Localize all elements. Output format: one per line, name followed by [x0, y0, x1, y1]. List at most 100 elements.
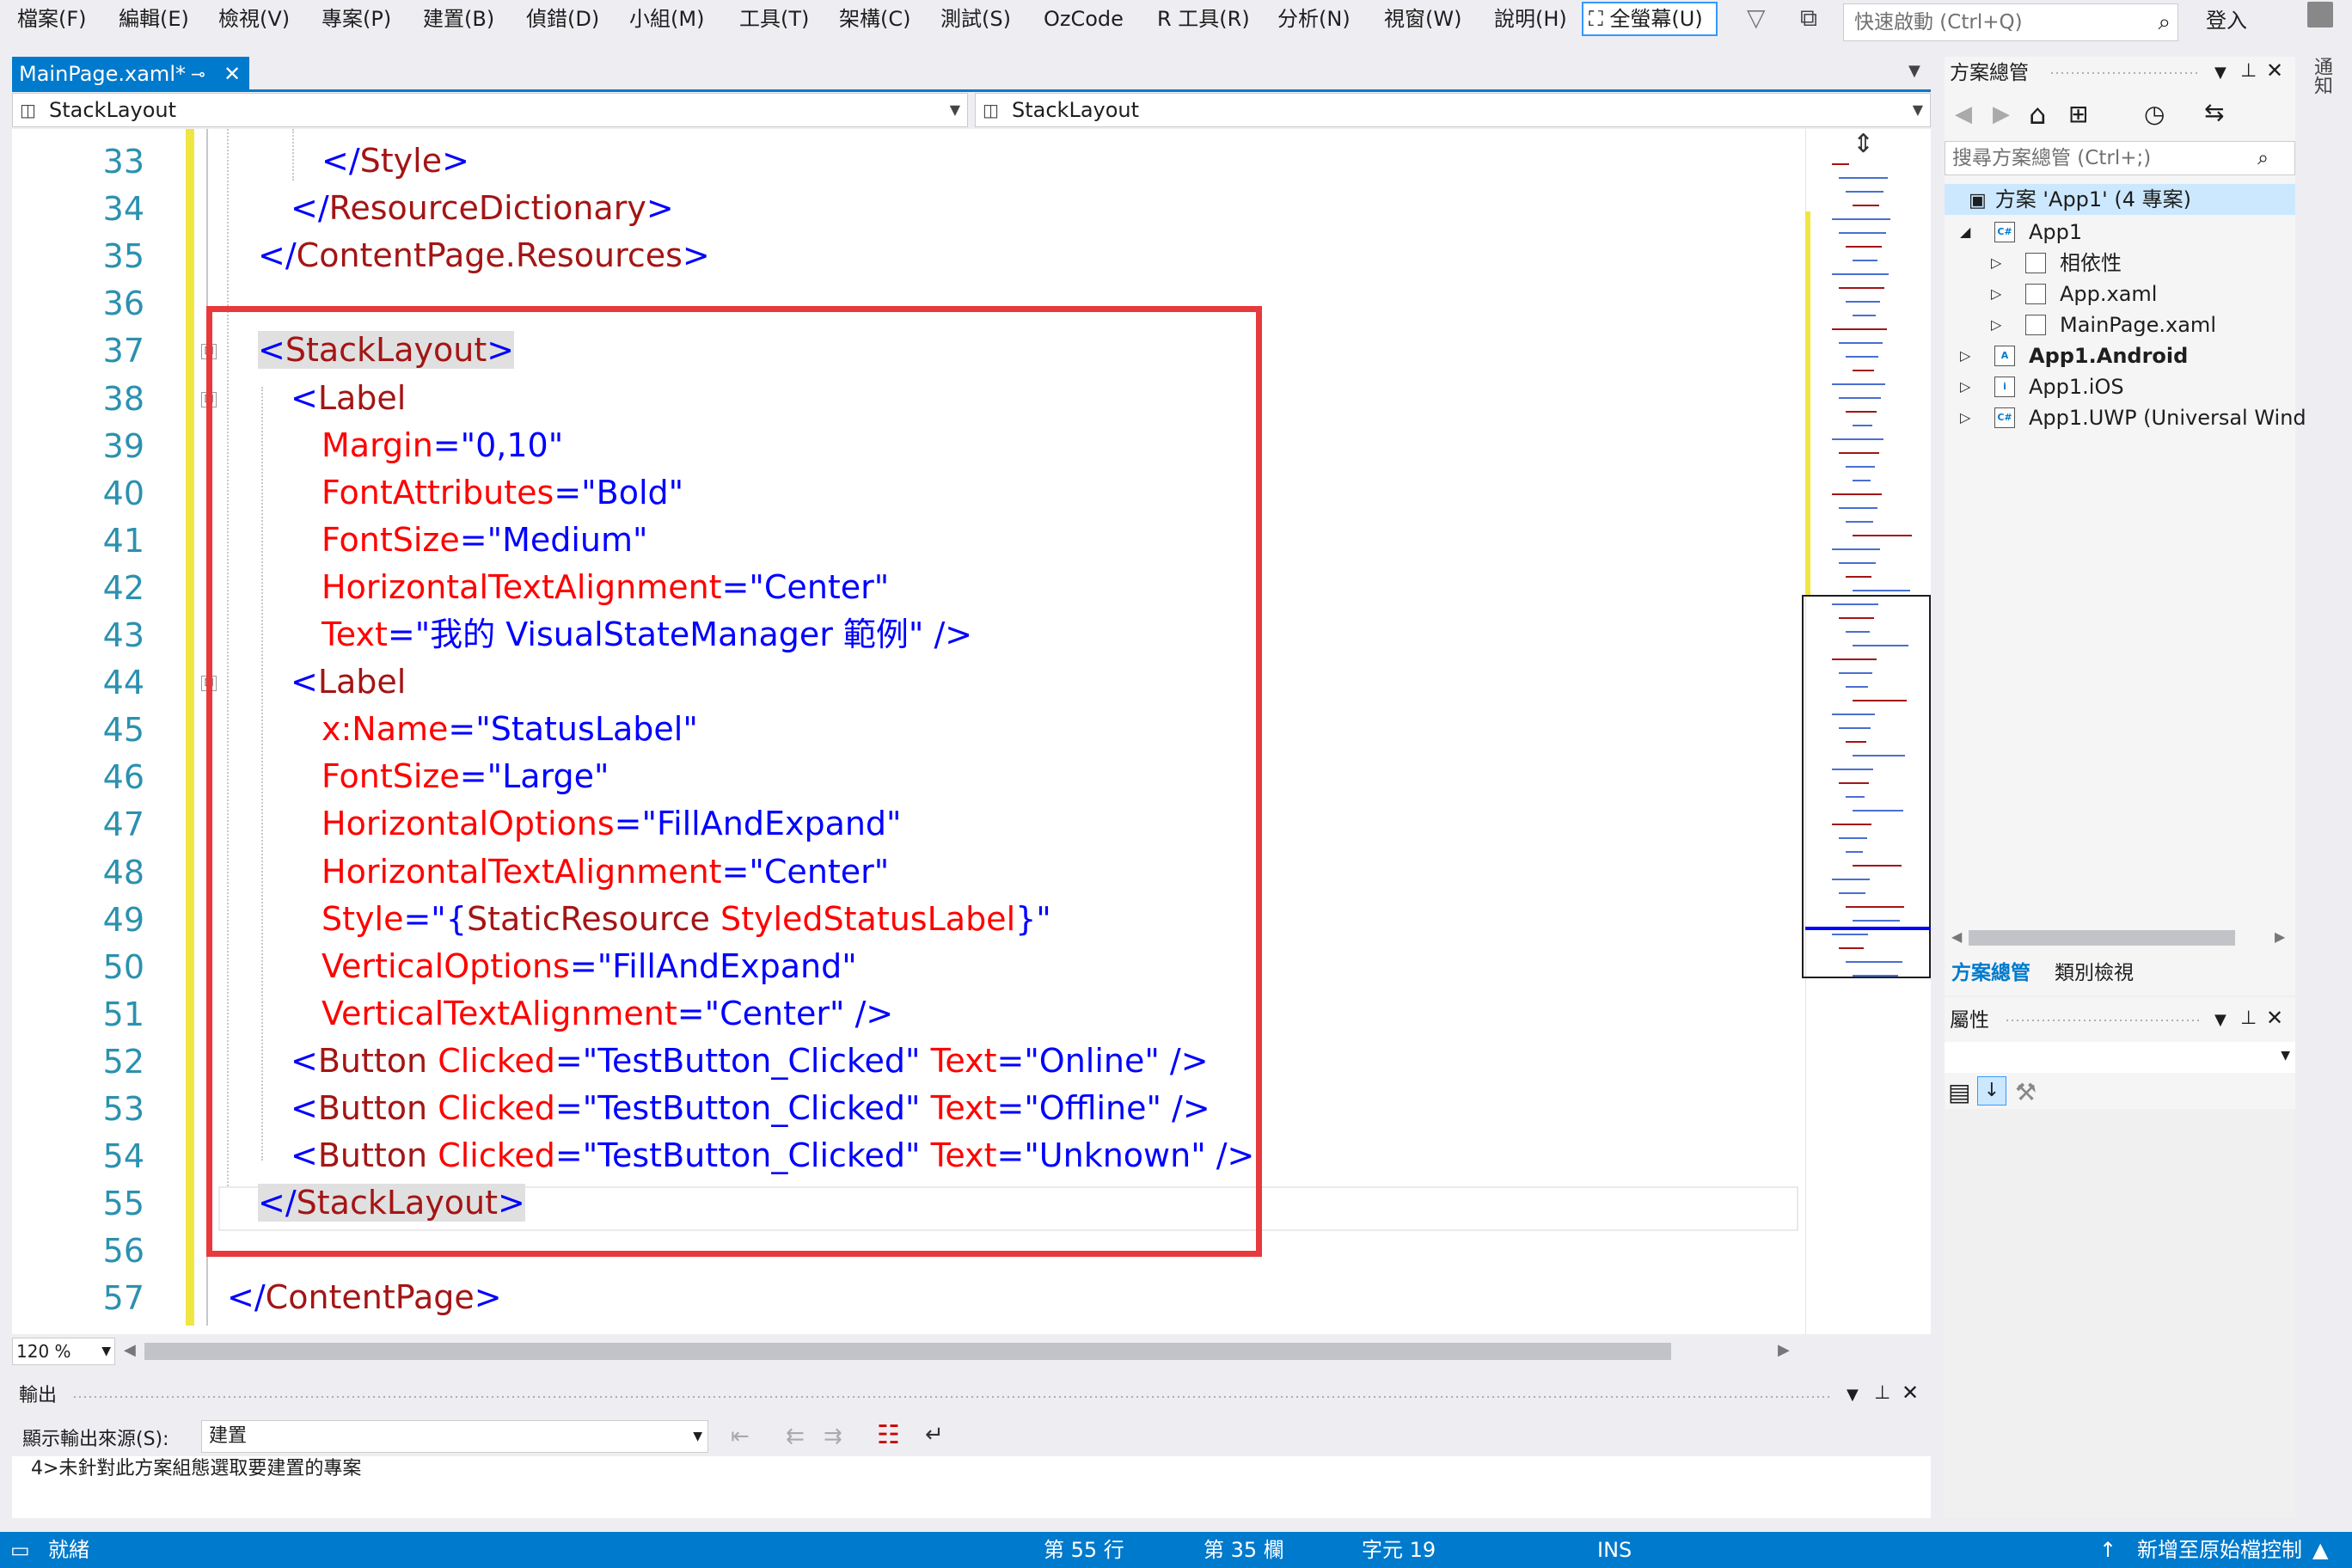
expand-arrow-icon[interactable]: ▷ — [1960, 378, 1970, 395]
forward-icon[interactable]: ▶ — [1993, 101, 2010, 127]
code-line[interactable]: </ContentPage> — [227, 1276, 502, 1319]
pin-icon[interactable]: ⊥ — [2240, 60, 2257, 82]
status-icon: ▭ — [10, 1538, 30, 1562]
tab-overflow-icon[interactable]: ▼ — [1908, 62, 1920, 80]
menu-item[interactable]: 測試(S) — [940, 0, 1011, 38]
tree-item[interactable]: App1 — [2029, 217, 2082, 248]
history-icon[interactable]: ◷ — [2144, 100, 2165, 128]
menu-item[interactable]: 偵錯(D) — [526, 0, 599, 38]
scroll-right-icon[interactable]: ▶ — [2275, 928, 2285, 945]
split-handle-icon[interactable]: ⇕ — [1853, 129, 1874, 159]
status-char: 字元 19 — [1362, 1538, 1436, 1562]
minimap-line — [1832, 273, 1889, 275]
horizontal-scrollbar[interactable] — [144, 1343, 1671, 1360]
output-source-label: 顯示輸出來源(S): — [22, 1429, 169, 1450]
zoom-dropdown[interactable]: 120 % ▼ — [12, 1338, 115, 1365]
code-line[interactable]: </Style> — [322, 139, 469, 182]
code-line[interactable]: </ResourceDictionary> — [291, 187, 674, 230]
tree-item[interactable]: 相依性 — [2060, 248, 2122, 279]
panel-menu-icon[interactable]: ▼ — [1847, 1386, 1859, 1404]
pin-icon[interactable]: ⊸ — [191, 57, 205, 91]
account-icon[interactable] — [2307, 2, 2333, 28]
line-number: 38 — [102, 379, 144, 418]
expand-arrow-icon[interactable]: ▷ — [1960, 409, 1970, 426]
sync-icon[interactable]: ⇆ — [2204, 98, 2224, 126]
home-icon[interactable]: ⌂ — [2029, 98, 2046, 131]
close-icon[interactable]: ✕ — [1902, 1381, 1919, 1405]
tree-item[interactable]: App.xaml — [2060, 279, 2157, 309]
tree-item[interactable]: App1.UWP (Universal Wind — [2029, 402, 2306, 433]
source-control-button[interactable]: 新增至原始檔控制 — [2137, 1532, 2302, 1568]
panel-menu-icon[interactable]: ▼ — [2214, 1011, 2226, 1029]
code-line[interactable]: </ContentPage.Resources> — [258, 234, 710, 277]
nav-dropdown-right[interactable]: ◫ StackLayout ▼ — [975, 93, 1931, 127]
expand-arrow-icon[interactable]: ▷ — [1991, 254, 2001, 271]
expand-arrow-icon[interactable]: ◢ — [1960, 224, 1970, 240]
pin-icon[interactable]: ⊥ — [2240, 1008, 2257, 1029]
tree-item[interactable]: MainPage.xaml — [2060, 309, 2216, 340]
expand-arrow-icon[interactable]: ▷ — [1991, 285, 2001, 302]
output-text-area[interactable]: 4>未針對此方案組態選取要建置的專案 — [12, 1456, 1931, 1518]
tab-solution-explorer[interactable]: 方案總管 — [1951, 956, 2030, 990]
tab-mainpage-xaml[interactable]: MainPage.xaml* ⊸ ✕ — [12, 57, 249, 91]
properties-object-select[interactable]: ▼ — [1945, 1042, 2295, 1073]
categorized-icon[interactable]: ▤ — [1948, 1078, 1970, 1106]
line-number: 41 — [102, 521, 144, 560]
menu-item[interactable]: 架構(C) — [839, 0, 910, 38]
close-icon[interactable]: ✕ — [224, 57, 241, 91]
menu-item[interactable]: 工具(T) — [739, 0, 809, 38]
chevron-up-icon[interactable]: ▲ — [2312, 1532, 2328, 1568]
close-icon[interactable]: ✕ — [2266, 58, 2283, 83]
menu-item[interactable]: 建置(B) — [423, 0, 494, 38]
pin-icon[interactable]: ⊥ — [1874, 1382, 1890, 1404]
menu-item[interactable]: 檢視(V) — [218, 0, 290, 38]
fullscreen-button[interactable]: ⛶ 全螢幕(U) — [1582, 2, 1718, 36]
menu-item[interactable]: R 工具(R) — [1157, 0, 1250, 38]
goto-prev-message-icon[interactable]: ⇇ — [786, 1424, 805, 1449]
solution-search-input[interactable]: 搜尋方案總管 (Ctrl+;) ⌕ — [1945, 141, 2295, 175]
line-number: 42 — [102, 568, 144, 607]
scroll-left-icon[interactable]: ◀ — [1951, 928, 1962, 945]
solution-hscrollbar[interactable] — [1969, 930, 2235, 946]
alphabetical-icon[interactable]: ↓ — [1977, 1076, 2006, 1106]
back-icon[interactable]: ◀ — [1955, 101, 1972, 127]
expand-arrow-icon[interactable]: ▷ — [1960, 347, 1970, 364]
goto-next-message-icon[interactable]: ⇉ — [824, 1424, 842, 1449]
menu-item[interactable]: OzCode — [1044, 0, 1124, 38]
panel-grip — [2005, 1018, 2202, 1023]
clear-all-icon[interactable]: ☷ — [877, 1420, 900, 1450]
minimap-viewport[interactable] — [1802, 595, 1931, 978]
menu-item[interactable]: 視窗(W) — [1384, 0, 1461, 38]
output-source-select[interactable]: 建置 ▼ — [201, 1420, 708, 1453]
menu-item[interactable]: 編輯(E) — [119, 0, 189, 38]
minimap-line — [1846, 576, 1871, 578]
indent-guide — [292, 129, 294, 181]
panel-menu-icon[interactable]: ▼ — [2214, 64, 2226, 82]
quick-launch-input[interactable]: 快速啟動 (Ctrl+Q) ⌕ — [1843, 3, 2178, 41]
signin-link[interactable]: 登入 — [2206, 3, 2247, 34]
tree-item[interactable]: App1.Android — [2029, 340, 2188, 371]
notifications-tab[interactable]: 通知 — [2311, 57, 2335, 95]
switch-views-icon[interactable]: ⊞ — [2068, 100, 2088, 128]
menu-item[interactable]: 檔案(F) — [17, 0, 87, 38]
line-number: 45 — [102, 711, 144, 750]
wrench-icon[interactable]: ⚒ — [2015, 1078, 2037, 1106]
code-token: > — [474, 1278, 502, 1317]
word-wrap-icon[interactable]: ↵ — [925, 1422, 944, 1448]
expand-arrow-icon[interactable]: ▷ — [1991, 316, 2001, 333]
menu-item[interactable]: 說明(H) — [1494, 0, 1567, 38]
scroll-right-icon[interactable]: ▶ — [1778, 1341, 1790, 1359]
menu-item[interactable]: 小組(M) — [629, 0, 704, 38]
menu-item[interactable]: 分析(N) — [1277, 0, 1351, 38]
filter-icon[interactable]: ▽ — [1747, 3, 1766, 32]
nav-dropdown-left[interactable]: ◫ StackLayout ▼ — [12, 93, 968, 127]
menu-item[interactable]: 專案(P) — [322, 0, 391, 38]
tab-class-view[interactable]: 類別檢視 — [2055, 956, 2134, 990]
tree-item-solution-root[interactable]: ▣ 方案 'App1' (4 專案) — [1969, 184, 2191, 217]
feedback-icon[interactable]: ⧉ — [1800, 3, 1817, 33]
tree-item[interactable]: App1.iOS — [2029, 371, 2124, 402]
goto-prev-icon[interactable]: ⇤ — [731, 1424, 750, 1449]
scroll-left-icon[interactable]: ◀ — [124, 1341, 136, 1359]
close-icon[interactable]: ✕ — [2266, 1006, 2283, 1030]
line-number: 54 — [102, 1137, 144, 1176]
